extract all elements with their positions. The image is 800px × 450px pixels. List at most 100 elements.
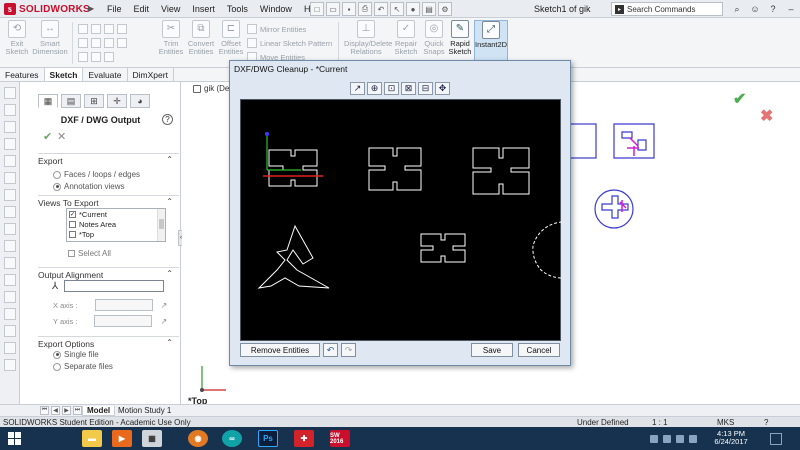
confirm-cancel-icon[interactable]: ✖ bbox=[760, 106, 773, 126]
tool-strip-icon[interactable] bbox=[3, 138, 16, 150]
expand-menu-arrow-icon[interactable]: ▶ bbox=[88, 4, 94, 13]
views-to-export-section-header[interactable]: Views To Export ⌃ bbox=[38, 195, 179, 208]
network-icon[interactable] bbox=[663, 435, 671, 443]
undo-icon[interactable]: ↶ bbox=[374, 2, 388, 16]
tool-strip-icon[interactable] bbox=[3, 325, 16, 337]
tool-strip-icon[interactable] bbox=[3, 121, 16, 133]
tab-sketch[interactable]: Sketch bbox=[44, 68, 84, 81]
display-delete-relations-button[interactable]: ⊥ Display/Delete Relations bbox=[344, 20, 392, 56]
last-tab-icon[interactable]: ⏭ bbox=[73, 406, 82, 415]
sketch-scale[interactable]: 1 : 1 bbox=[652, 418, 668, 427]
point-icon[interactable] bbox=[104, 52, 114, 62]
unit-system[interactable]: MKS bbox=[717, 418, 734, 427]
checkbox[interactable] bbox=[69, 220, 76, 228]
notification-center-icon[interactable] bbox=[770, 433, 782, 445]
tool-strip-icon[interactable] bbox=[3, 223, 16, 235]
redo-icon[interactable]: ↷ bbox=[341, 343, 356, 357]
rebuild-icon[interactable]: ● bbox=[406, 2, 420, 16]
exit-sketch-button[interactable]: ⟲ Exit Sketch bbox=[3, 20, 31, 56]
confirm-check-icon[interactable]: ✔ bbox=[733, 89, 746, 109]
zoom-fit-icon[interactable]: ⊡ bbox=[384, 82, 399, 95]
status-help[interactable]: ? bbox=[764, 418, 768, 427]
property-manager-tab-icon[interactable]: ▤ bbox=[61, 94, 81, 108]
ellipse-icon[interactable] bbox=[117, 38, 127, 48]
instant2d-button[interactable]: ⤢ Instant2D bbox=[474, 20, 508, 62]
reverse-direction-icon[interactable]: ↗ bbox=[160, 317, 167, 326]
y-axis-field[interactable] bbox=[94, 315, 153, 327]
next-tab-icon[interactable]: ▶ bbox=[62, 406, 71, 415]
tool-strip-icon[interactable] bbox=[3, 87, 16, 99]
solidworks-logo[interactable]: ƽ SOLIDWORKS bbox=[4, 2, 90, 16]
help-icon[interactable]: ? bbox=[162, 114, 173, 125]
tab-features[interactable]: Features bbox=[0, 68, 45, 81]
export-faces-loops-edges-radio[interactable]: Faces / loops / edges bbox=[53, 170, 140, 179]
slot-icon[interactable] bbox=[104, 24, 114, 34]
photoshop-icon[interactable]: Ps bbox=[258, 430, 278, 447]
feature-tree-root[interactable]: gik (De bbox=[193, 84, 229, 93]
solidworks-red-icon[interactable]: ✚ bbox=[294, 430, 314, 447]
origin-selection-field[interactable] bbox=[64, 280, 165, 292]
smart-dimension-button[interactable]: ↔ Smart Dimension bbox=[32, 20, 68, 56]
x-axis-field[interactable] bbox=[94, 299, 153, 311]
linear-sketch-pattern-button[interactable]: Linear Sketch Pattern bbox=[247, 38, 332, 48]
menu-edit[interactable]: Edit bbox=[134, 4, 150, 14]
polygon-icon[interactable] bbox=[91, 38, 101, 48]
tool-strip-icon[interactable] bbox=[3, 342, 16, 354]
pan-move-icon[interactable]: ✥ bbox=[435, 82, 450, 95]
tool-strip-icon[interactable] bbox=[3, 308, 16, 320]
tool-strip-icon[interactable] bbox=[3, 189, 16, 201]
battery-icon[interactable] bbox=[689, 435, 697, 443]
user-icon[interactable]: ☺ bbox=[748, 2, 762, 16]
separate-files-radio[interactable]: Separate files bbox=[53, 362, 113, 371]
text-icon[interactable] bbox=[91, 52, 101, 62]
dxf-preview-canvas[interactable] bbox=[240, 99, 562, 341]
first-tab-icon[interactable]: ⏮ bbox=[40, 406, 49, 415]
menu-window[interactable]: Window bbox=[260, 4, 292, 14]
select-arrow-icon[interactable]: ↖ bbox=[390, 2, 404, 16]
media-store-icon[interactable]: ▦ bbox=[142, 430, 162, 447]
mirror-entities-button[interactable]: Mirror Entities bbox=[247, 24, 306, 34]
line-icon[interactable] bbox=[78, 24, 88, 34]
cancel-x-icon[interactable]: ✕ bbox=[57, 130, 66, 143]
pan-arrow-icon[interactable]: ↗ bbox=[350, 82, 365, 95]
checkbox[interactable] bbox=[69, 230, 76, 238]
trim-entities-button[interactable]: ✂ Trim Entities bbox=[157, 20, 185, 56]
options-gear-icon[interactable]: ⚙ bbox=[438, 2, 452, 16]
tool-strip-icon[interactable] bbox=[3, 104, 16, 116]
spline-icon[interactable] bbox=[104, 38, 114, 48]
solidworks-2016-icon[interactable]: SW 2016 bbox=[330, 430, 350, 447]
offset-entities-button[interactable]: ⊏ Offset Entities bbox=[217, 20, 245, 56]
export-annotation-views-radio[interactable]: Annotation views bbox=[53, 182, 124, 191]
quick-snaps-button[interactable]: ◎ Quick Snaps bbox=[422, 20, 446, 56]
zoom-box-icon[interactable]: ⊟ bbox=[418, 82, 433, 95]
tab-motion-study[interactable]: Motion Study 1 bbox=[114, 406, 175, 416]
help-icon[interactable]: ? bbox=[766, 2, 780, 16]
menu-insert[interactable]: Insert bbox=[192, 4, 215, 14]
output-alignment-section-header[interactable]: Output Alignment ⌃ bbox=[38, 267, 179, 280]
list-item[interactable]: *Top bbox=[67, 229, 165, 239]
menu-file[interactable]: File bbox=[107, 4, 122, 14]
feature-manager-tab-icon[interactable]: ▦ bbox=[38, 94, 58, 108]
tab-dimxpert[interactable]: DimXpert bbox=[128, 68, 174, 81]
checkbox-checked[interactable]: ✓ bbox=[69, 210, 76, 218]
save-icon[interactable]: ▪ bbox=[342, 2, 356, 16]
fillet-icon[interactable] bbox=[78, 52, 88, 62]
menu-tools[interactable]: Tools bbox=[227, 4, 248, 14]
list-item[interactable]: Notes Area bbox=[67, 219, 165, 229]
tool-strip-icon[interactable] bbox=[3, 359, 16, 371]
single-file-radio[interactable]: Single file bbox=[53, 350, 99, 359]
tool-strip-icon[interactable] bbox=[3, 291, 16, 303]
print-icon[interactable]: ⎙ bbox=[358, 2, 372, 16]
repair-sketch-button[interactable]: ✓ Repair Sketch bbox=[392, 20, 420, 56]
ok-check-icon[interactable]: ✔ bbox=[43, 130, 52, 143]
tool-strip-icon[interactable] bbox=[3, 206, 16, 218]
new-document-icon[interactable]: □ bbox=[310, 2, 324, 16]
remove-entities-button[interactable]: Remove Entities bbox=[240, 343, 320, 357]
start-button[interactable] bbox=[5, 430, 23, 447]
list-item[interactable]: ✓ *Current bbox=[67, 209, 165, 219]
save-button[interactable]: Save bbox=[471, 343, 513, 357]
arc-icon[interactable] bbox=[78, 38, 88, 48]
media-player-icon[interactable]: ▶ bbox=[112, 430, 132, 447]
rectangle-icon[interactable] bbox=[91, 24, 101, 34]
file-explorer-icon[interactable]: ▬ bbox=[82, 430, 102, 447]
